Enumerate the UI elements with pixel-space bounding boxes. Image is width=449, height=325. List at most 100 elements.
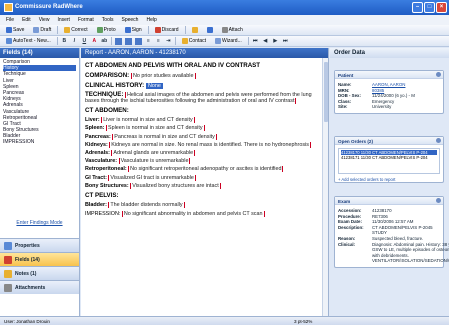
discard-icon [154,27,161,33]
finding-field[interactable]: Liver is normal in size and CT density [101,117,195,124]
finding-label: Retroperitoneal: [85,166,127,173]
discard-button[interactable]: Discard [152,26,182,35]
save-button[interactable]: Save [3,26,27,35]
report-header: Report - AARON, AARON - 41238170 [81,48,328,58]
open-orders-header[interactable]: Open Orders (2) [335,137,443,145]
finding-row: Kidneys: Kidneys are normal in size. No … [85,141,324,148]
first-icon[interactable]: ⏮ [252,38,259,45]
numbering-icon[interactable]: ≡ [155,38,162,45]
contact-button[interactable]: Contact [179,37,209,46]
prev-icon[interactable]: ◀ [262,38,269,45]
autotext-button[interactable]: AutoText - New... [3,37,54,46]
close-button[interactable]: × [436,2,447,13]
collapse-icon[interactable] [436,138,441,143]
finding-field[interactable]: Spleen is normal in size and CT density [105,125,205,132]
bold-button[interactable]: B [61,38,68,45]
sign-button[interactable]: Sign [122,26,145,35]
pen-icon [206,27,213,33]
menu-tools[interactable]: Tools [102,17,114,23]
detail-value: University [372,104,392,110]
pelvis-heading: CT PELVIS: [85,192,119,200]
bladder-field[interactable]: The bladder distends normally [108,202,185,209]
nav-attachments[interactable]: Attachments [0,280,79,294]
font-color-button[interactable]: A [91,38,98,45]
finding-label: Kidneys: [85,141,108,148]
menu-bar: File Edit View Insert Format Tools Speech Help [0,15,449,25]
underline-button[interactable]: U [81,38,88,45]
finding-field[interactable]: Kidneys are normal in size. No renal mas… [109,141,311,148]
correct-icon [64,27,71,33]
report-scrollbar[interactable] [322,58,328,316]
attach-button[interactable]: Attach [219,26,246,35]
comparison-field[interactable]: No prior studies available [130,73,196,80]
draft-button[interactable]: Draft [30,26,54,35]
proto-button[interactable]: Proto [94,26,119,35]
finding-field[interactable]: Visualized bony structures are intact [130,182,221,189]
menu-help[interactable]: Help [146,17,156,23]
menu-format[interactable]: Format [78,17,94,23]
bladder-label: Bladder: [85,202,107,209]
status-user: User: Jonathan Drouin [4,318,50,324]
technique-label: TECHNIQUE: [85,90,124,98]
comparison-label: COMPARISON: [85,72,130,80]
minimize-button[interactable]: – [412,2,423,13]
order-item[interactable]: 41238171 11/30 CT ABDOMEN/PELVIS P-204 [341,155,437,160]
bullets-icon[interactable]: ≡ [145,38,152,45]
report-document[interactable]: CT ABDOMEN AND PELVIS WITH ORAL AND IV C… [81,58,328,221]
maximize-button[interactable]: □ [424,2,435,13]
nav-fields[interactable]: Fields (14) [0,252,79,266]
menu-file[interactable]: File [6,17,14,23]
wizard-button[interactable]: Wizard... [212,37,245,46]
collapse-icon[interactable] [436,198,441,203]
draft-icon [33,27,40,33]
contact-icon [181,38,188,44]
menu-speech[interactable]: Speech [121,17,138,23]
finding-field[interactable]: Visualized GI tract is unremarkable [108,174,196,181]
menu-insert[interactable]: Insert [57,17,70,23]
impression-field[interactable]: No significant abnormality in abdomen an… [121,211,265,218]
patient-card-header[interactable]: Patient [335,71,443,79]
finding-label: Bony Structures: [85,182,129,189]
pen-button[interactable] [204,26,216,35]
open-orders-list[interactable]: 41238170 11/30 CT ABDOMEN/PELVIS P-204 4… [338,148,440,174]
align-center-icon[interactable] [124,37,132,45]
finding-field[interactable]: Vasculature is unremarkable [118,158,191,165]
finding-row: Spleen: Spleen is normal in size and CT … [85,125,324,132]
notes-icon [4,269,12,278]
indent-icon[interactable]: ⇥ [165,38,172,45]
collapse-icon[interactable] [436,72,441,77]
patient-details: Name: AARON, AARON MRN: 80385 DOB - Sex: 11/2… [335,79,443,113]
nav-properties[interactable]: Properties [0,238,79,252]
italic-button[interactable]: I [71,38,78,45]
finding-label: Spleen: [85,125,105,132]
detail-row: Clinical: Diagnosis: Abdominal pain. Hist… [335,242,449,264]
align-left-icon[interactable] [114,37,122,45]
report-editor[interactable]: Report - AARON, AARON - 41238170 CT ABDO… [81,48,329,316]
format-toolbar: AutoText - New... B I U A ab ≡ ≡ ⇥ Conta… [0,36,449,47]
exam-card-header[interactable]: Exam [335,197,443,205]
field-item-impression[interactable]: IMPRESSION [3,139,76,145]
exam-details: Accession: 41238170 Procedure: RE7306 Exam D… [335,205,449,267]
nav-notes[interactable]: Notes (1) [0,266,79,280]
history-field[interactable]: None [145,83,163,90]
patient-card: Patient Name: AARON, AARON MRN: 80385 DOB - … [334,70,444,114]
last-icon[interactable]: ⏭ [282,38,289,45]
next-icon[interactable]: ▶ [272,38,279,45]
correct-button[interactable]: Correct [61,26,90,35]
scrollbar-thumb[interactable] [324,62,328,122]
title-bar: Commissure RadWhere – □ × [0,0,449,15]
finding-field[interactable]: Pancreas is normal in size and CT densit… [112,133,217,140]
finding-field[interactable]: No significant retroperitoneal adenopath… [128,166,284,173]
enter-findings-mode-link[interactable]: Enter Findings Mode [0,220,79,226]
finding-field[interactable]: Adrenal glands are unremarkable [111,150,196,157]
star-button[interactable] [189,26,201,35]
properties-icon [4,241,12,250]
report-title: CT ABDOMEN AND PELVIS WITH ORAL AND IV C… [85,62,261,69]
menu-edit[interactable]: Edit [22,17,31,23]
align-right-icon[interactable] [134,37,142,45]
finding-row: Bony Structures: Visualized bony structu… [85,182,324,189]
highlight-button[interactable]: ab [101,38,108,45]
findings-list: Liver: Liver is normal in size and CT de… [85,117,324,189]
menu-view[interactable]: View [39,17,50,23]
add-orders-link[interactable]: + Add selected orders to report [335,177,443,182]
